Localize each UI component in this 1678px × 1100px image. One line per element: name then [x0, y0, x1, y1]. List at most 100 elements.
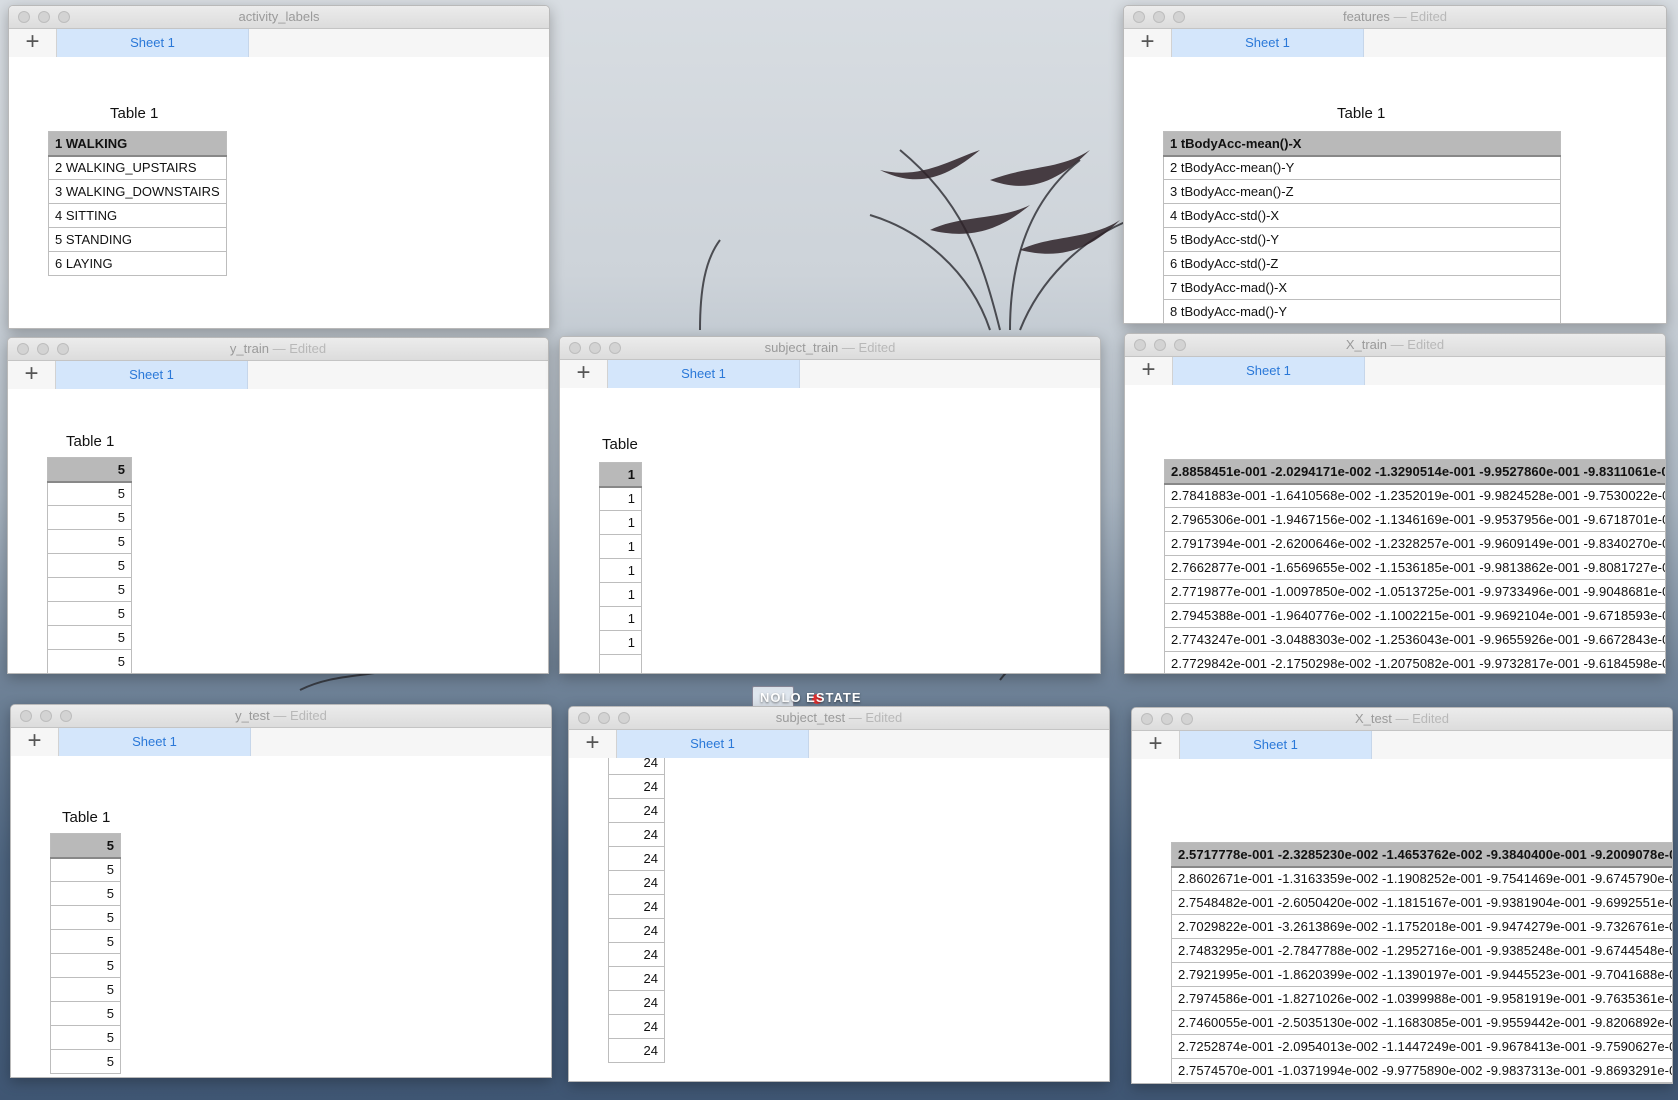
table-row[interactable]: 5 [50, 953, 121, 978]
table-cell[interactable]: 5 [50, 881, 121, 906]
tab-sheet-1[interactable]: Sheet 1 [1180, 731, 1372, 759]
minimize-icon[interactable] [1153, 11, 1165, 23]
table-row[interactable]: 5 [50, 1025, 121, 1050]
table-row[interactable]: 2.7252874e-001 -2.0954013e-002 -1.144724… [1171, 1034, 1672, 1059]
table-cell[interactable]: 5 [47, 481, 132, 506]
table-row[interactable]: 1 tBodyAcc-mean()-X [1163, 131, 1561, 157]
table-row[interactable]: 1 WALKING [48, 131, 227, 157]
table-cell[interactable]: 5 [50, 1025, 121, 1050]
table-row[interactable]: 1 [599, 534, 642, 559]
table-row[interactable]: 5 [47, 625, 132, 650]
add-sheet-button[interactable]: + [569, 730, 617, 758]
table-cell[interactable]: 24 [608, 822, 665, 847]
window-titlebar[interactable]: y_test — Edited [11, 705, 551, 728]
table-cell[interactable]: 2.7574570e-001 -1.0371994e-002 -9.977589… [1171, 1058, 1672, 1083]
table-row[interactable]: 5 [50, 977, 121, 1002]
zoom-icon[interactable] [609, 342, 621, 354]
table-cell[interactable]: 5 STANDING [48, 227, 227, 252]
sheet-canvas[interactable]: Table 1 555555555 [8, 389, 548, 673]
table-cell[interactable]: 1 [599, 486, 642, 511]
table-row[interactable]: 2.7974586e-001 -1.8271026e-002 -1.039998… [1171, 986, 1672, 1011]
zoom-icon[interactable] [60, 710, 72, 722]
table-row[interactable]: 2.8602671e-001 -1.3163359e-002 -1.190825… [1171, 866, 1672, 891]
table-cell[interactable]: 2.7945388e-001 -1.9640776e-002 -1.100221… [1164, 603, 1665, 628]
table-cell[interactable]: 5 [47, 505, 132, 530]
table-cell[interactable]: 5 [47, 601, 132, 626]
window-subject-test[interactable]: subject_test — Edited + Sheet 1 24 24 24 24… [568, 706, 1110, 1082]
table-row[interactable]: 2 tBodyAcc-mean()-Y [1163, 155, 1561, 180]
table-cell[interactable]: 2.7483295e-001 -2.7847788e-002 -1.295271… [1171, 938, 1672, 963]
table-cell[interactable]: 1 WALKING [48, 131, 227, 157]
close-icon[interactable] [1141, 713, 1153, 725]
table-row[interactable]: 1 [599, 630, 642, 655]
close-icon[interactable] [17, 343, 29, 355]
table-cell[interactable]: 2.7917394e-001 -2.6200646e-002 -1.232825… [1164, 531, 1665, 556]
table-cell[interactable]: 5 [50, 977, 121, 1002]
table-row[interactable]: 6 tBodyAcc-std()-Z [1163, 251, 1561, 276]
table-row[interactable]: 7 tBodyAcc-mad()-X [1163, 275, 1561, 300]
table-cell[interactable]: 24 [608, 798, 665, 823]
table-cell[interactable]: 1 [599, 582, 642, 607]
table-row[interactable]: 24 [608, 846, 665, 871]
table-cell[interactable]: 24 [608, 846, 665, 871]
tab-sheet-1[interactable]: Sheet 1 [57, 29, 249, 57]
table-row[interactable]: 2.7029822e-001 -3.2613869e-002 -1.175201… [1171, 914, 1672, 939]
table-row[interactable]: 5 STANDING [48, 227, 227, 252]
table-cell[interactable]: 1 tBodyAcc-mean()-X [1163, 131, 1561, 157]
table-row[interactable]: 24 [608, 942, 665, 967]
table-row[interactable]: 8 tBodyAcc-mad()-Y [1163, 299, 1561, 323]
table-row[interactable]: 5 [47, 529, 132, 554]
zoom-icon[interactable] [1174, 339, 1186, 351]
table-row[interactable]: 2.7917394e-001 -2.6200646e-002 -1.232825… [1164, 531, 1665, 556]
table-row[interactable]: 1 [599, 558, 642, 583]
table-row[interactable]: 5 [47, 577, 132, 602]
add-sheet-button[interactable]: + [11, 728, 59, 756]
table-cell[interactable]: 2.7548482e-001 -2.6050420e-002 -1.181516… [1171, 890, 1672, 915]
window-titlebar[interactable]: features — Edited [1124, 6, 1666, 29]
table-cell[interactable]: 8 tBodyAcc-mad()-Y [1163, 299, 1561, 323]
table-cell[interactable]: 5 [47, 553, 132, 578]
table-row[interactable]: 5 [50, 1001, 121, 1026]
table-cell[interactable]: 24 [608, 894, 665, 919]
zoom-icon[interactable] [57, 343, 69, 355]
minimize-icon[interactable] [1161, 713, 1173, 725]
window-titlebar[interactable]: X_test — Edited [1132, 708, 1672, 731]
table-row[interactable]: 5 [47, 457, 132, 483]
table-row[interactable]: 2.8858451e-001 -2.0294171e-002 -1.329051… [1164, 459, 1665, 485]
window-features[interactable]: features — Edited + Sheet 1 Table 1 1 tB… [1123, 5, 1667, 324]
tab-sheet-1[interactable]: Sheet 1 [1173, 357, 1365, 385]
sheet-canvas[interactable]: Table 1 1 WALKING 2 WALKING_UPSTAIRS 3 WAL… [9, 57, 549, 328]
data-table[interactable]: 24 24 24 24 24 24 24 24 24 24 24 24 24 [608, 758, 665, 1063]
sheet-canvas[interactable]: 2.5717778e-001 -2.3285230e-002 -1.465376… [1132, 759, 1672, 1083]
table-row[interactable]: 2.7483295e-001 -2.7847788e-002 -1.295271… [1171, 938, 1672, 963]
table-row[interactable]: 5 [50, 833, 121, 859]
table-row[interactable]: 24 [608, 918, 665, 943]
add-sheet-button[interactable]: + [1132, 731, 1180, 759]
table-row[interactable]: 2.7965306e-001 -1.9467156e-002 -1.134616… [1164, 507, 1665, 532]
table-cell[interactable] [599, 654, 642, 673]
table-cell[interactable]: 2.7662877e-001 -1.6569655e-002 -1.153618… [1164, 555, 1665, 580]
window-titlebar[interactable]: y_train — Edited [8, 338, 548, 361]
table-row[interactable]: 24 [608, 1038, 665, 1063]
table-cell[interactable]: 2.7974586e-001 -1.8271026e-002 -1.039998… [1171, 986, 1672, 1011]
table-cell[interactable]: 2.7743247e-001 -3.0488303e-002 -1.253604… [1164, 627, 1665, 652]
table-row[interactable]: 4 SITTING [48, 203, 227, 228]
table-row[interactable]: 1 [599, 486, 642, 511]
table-row[interactable]: 24 [608, 870, 665, 895]
table-cell[interactable]: 2.7841883e-001 -1.6410568e-002 -1.235201… [1164, 483, 1665, 508]
table-cell[interactable]: 5 [50, 857, 121, 882]
table-cell[interactable]: 2.7965306e-001 -1.9467156e-002 -1.134616… [1164, 507, 1665, 532]
data-table[interactable]: 2.5717778e-001 -2.3285230e-002 -1.465376… [1171, 842, 1672, 1083]
window-titlebar[interactable]: X_train — Edited [1125, 334, 1665, 357]
table-row[interactable]: 3 tBodyAcc-mean()-Z [1163, 179, 1561, 204]
sheet-canvas[interactable]: Table 11111111 [560, 388, 1100, 673]
add-sheet-button[interactable]: + [9, 29, 57, 57]
table-cell[interactable]: 7 tBodyAcc-mad()-X [1163, 275, 1561, 300]
table-row[interactable]: 24 [608, 798, 665, 823]
table-row[interactable]: 24 [608, 774, 665, 799]
table-row[interactable]: 24 [608, 894, 665, 919]
table-row[interactable]: 5 [47, 553, 132, 578]
close-icon[interactable] [578, 712, 590, 724]
table-row[interactable]: 2.7743247e-001 -3.0488303e-002 -1.253604… [1164, 627, 1665, 652]
add-sheet-button[interactable]: + [1124, 29, 1172, 57]
